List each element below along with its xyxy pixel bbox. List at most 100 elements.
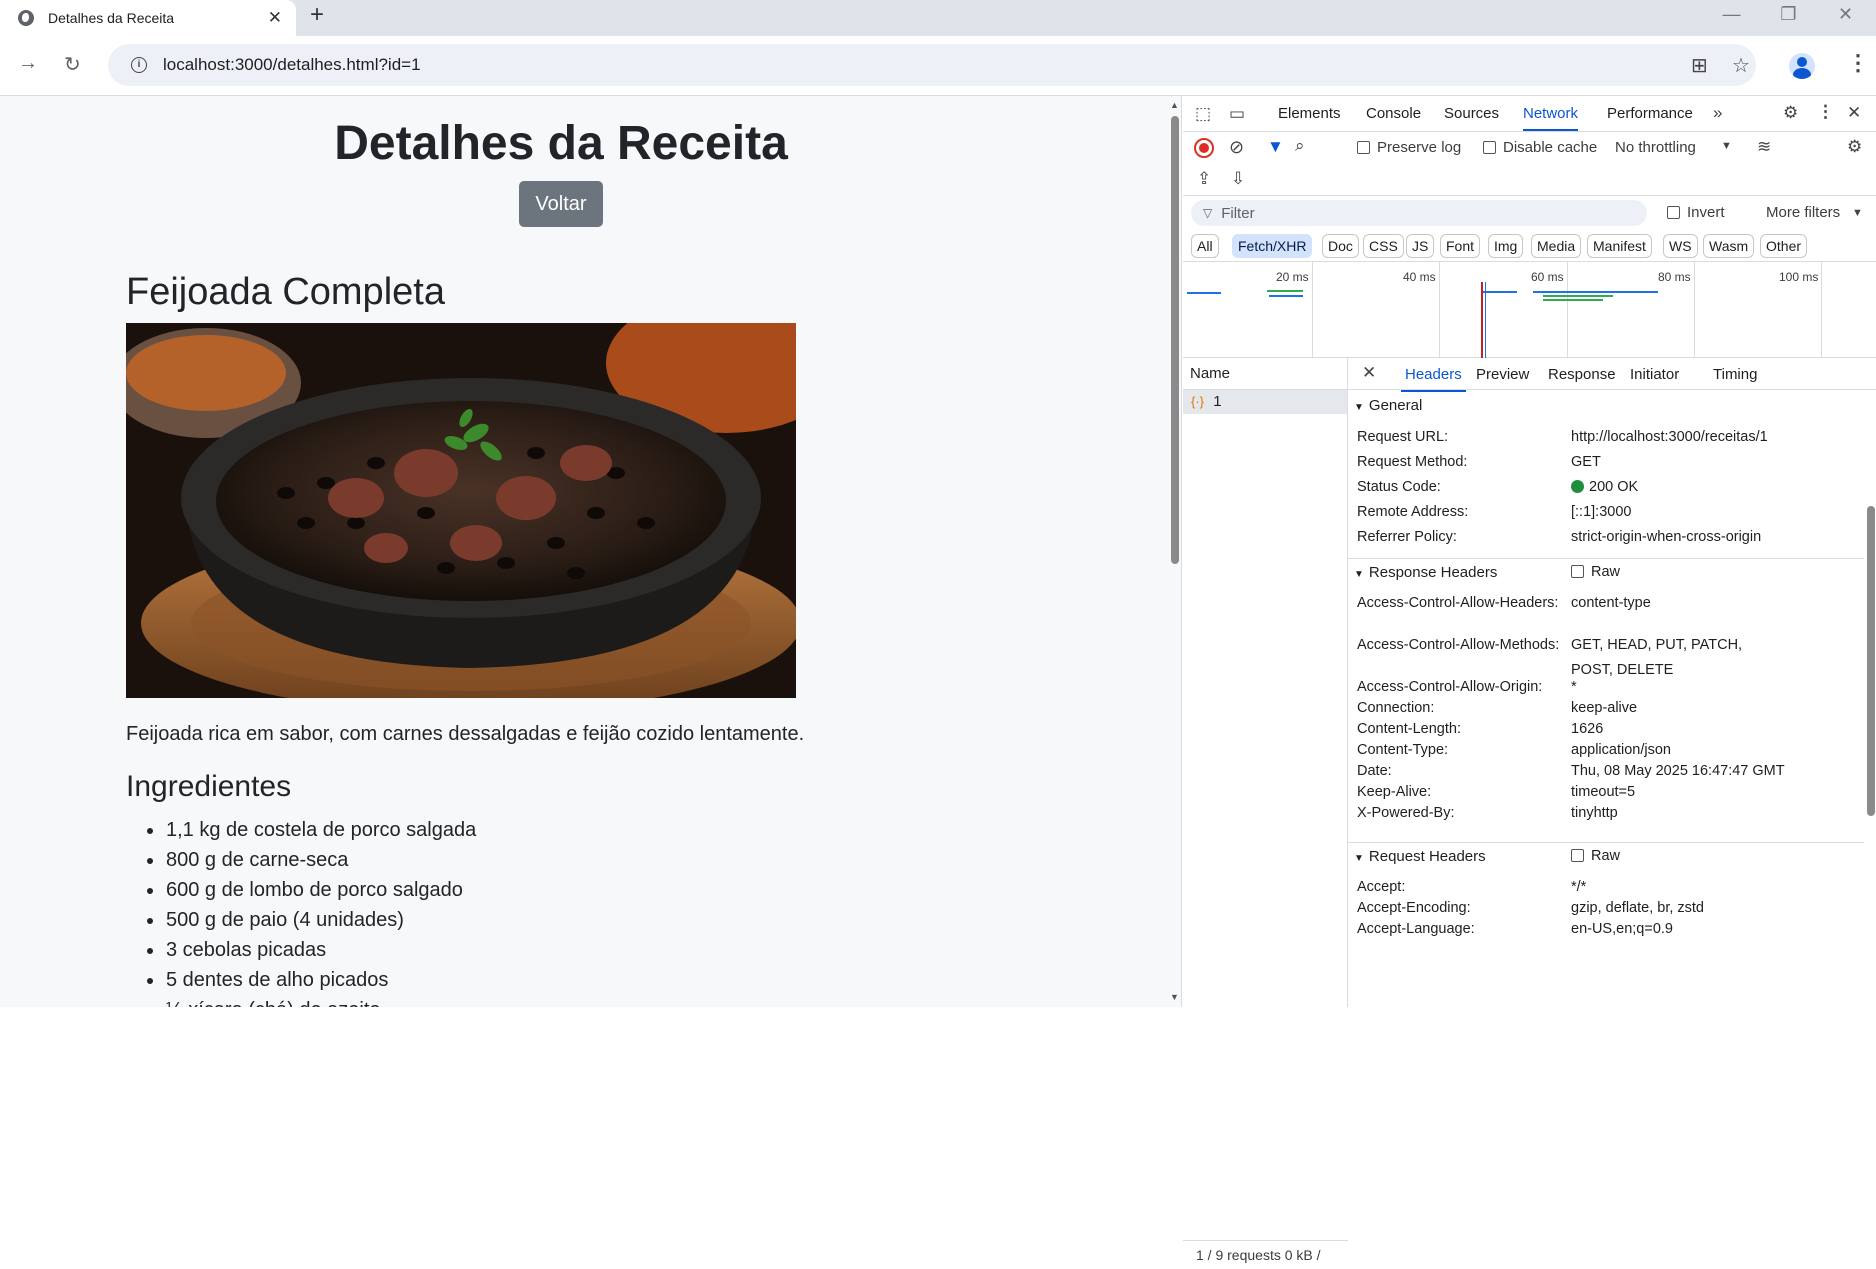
back-button[interactable]: Voltar bbox=[519, 181, 603, 227]
record-icon[interactable] bbox=[1194, 138, 1214, 158]
raw-toggle[interactable]: Raw bbox=[1571, 844, 1620, 869]
header-value: tinyhttp bbox=[1571, 805, 1618, 821]
inspect-element-icon[interactable]: ⬚ bbox=[1195, 104, 1211, 124]
scroll-thumb[interactable] bbox=[1867, 506, 1875, 816]
network-timeline[interactable]: 20 ms 40 ms 60 ms 80 ms 100 ms bbox=[1183, 262, 1876, 358]
tab-elements[interactable]: Elements bbox=[1278, 105, 1341, 122]
checkbox-icon[interactable] bbox=[1357, 141, 1370, 154]
status-bar: 1 / 9 requests 0 kB / bbox=[1183, 1240, 1348, 1269]
status-text: 200 OK bbox=[1589, 479, 1639, 495]
request-name: 1 bbox=[1213, 393, 1222, 410]
chip-doc[interactable]: Doc bbox=[1322, 234, 1359, 258]
more-filters-dropdown[interactable]: More filters bbox=[1766, 204, 1840, 221]
forward-icon[interactable]: → bbox=[18, 52, 38, 75]
window-controls: — ❐ ✕ bbox=[1703, 0, 1874, 28]
section-title: General bbox=[1368, 397, 1423, 414]
general-section-header[interactable]: ▼ General bbox=[1348, 392, 1864, 420]
remote-address-value: [::1]:3000 bbox=[1571, 504, 1632, 520]
chip-wasm[interactable]: Wasm bbox=[1703, 234, 1755, 258]
checkbox-icon[interactable] bbox=[1483, 141, 1496, 154]
close-details-icon[interactable]: ✕ bbox=[1362, 363, 1376, 383]
timeline-bar bbox=[1533, 291, 1658, 293]
details-scrollbar[interactable] bbox=[1866, 494, 1876, 1007]
chip-css[interactable]: CSS bbox=[1363, 234, 1404, 258]
tab-initiator[interactable]: Initiator bbox=[1630, 366, 1679, 383]
import-har-icon[interactable]: ⇪ bbox=[1197, 169, 1211, 189]
tab-preview[interactable]: Preview bbox=[1476, 366, 1529, 383]
network-toolbar: ⊘ ▼ ⌕ Preserve log Disable cache No thro… bbox=[1183, 132, 1876, 164]
chevron-down-icon[interactable]: ▼ bbox=[1852, 207, 1863, 219]
web-page: Detalhes da Receita Voltar Feijoada Comp… bbox=[0, 96, 1168, 1007]
page-title: Detalhes da Receita bbox=[334, 117, 788, 170]
import-export-toolbar: ⇪ ⇩ bbox=[1183, 164, 1876, 196]
tab-network[interactable]: Network bbox=[1523, 105, 1579, 131]
invert-checkbox[interactable]: Invert bbox=[1667, 204, 1725, 221]
tab-close-icon[interactable]: ✕ bbox=[268, 8, 282, 28]
url-text[interactable]: localhost:3000/detalhes.html?id=1 bbox=[163, 55, 421, 75]
tab-console[interactable]: Console bbox=[1366, 105, 1421, 122]
translate-icon[interactable]: ⊞ bbox=[1691, 53, 1708, 78]
tab-headers[interactable]: Headers bbox=[1401, 366, 1466, 392]
address-bar[interactable]: i localhost:3000/detalhes.html?id=1 bbox=[108, 44, 1756, 86]
more-tabs-icon[interactable]: » bbox=[1713, 103, 1722, 123]
disable-cache-checkbox[interactable]: Disable cache bbox=[1483, 139, 1597, 156]
network-conditions-icon[interactable]: ≋ bbox=[1757, 137, 1771, 157]
chevron-down-icon[interactable]: ▼ bbox=[1721, 140, 1732, 152]
minimize-button[interactable]: — bbox=[1703, 4, 1760, 25]
name-column-header[interactable]: Name bbox=[1183, 358, 1347, 390]
export-har-icon[interactable]: ⇩ bbox=[1231, 169, 1245, 189]
list-item: 600 g de lombo de porco salgado bbox=[146, 875, 476, 905]
search-icon[interactable]: ⌕ bbox=[1295, 136, 1305, 156]
site-info-icon[interactable]: i bbox=[131, 57, 147, 73]
close-devtools-icon[interactable]: ✕ bbox=[1847, 103, 1861, 123]
disable-cache-label: Disable cache bbox=[1503, 139, 1598, 156]
new-tab-button[interactable]: + bbox=[310, 1, 324, 29]
chip-all[interactable]: All bbox=[1191, 234, 1219, 258]
filter-funnel-icon[interactable]: ▼ bbox=[1267, 137, 1284, 157]
checkbox-icon[interactable] bbox=[1667, 206, 1680, 219]
devtools-panel: ⬚ ▭ Elements Console Sources Network Per… bbox=[1183, 96, 1876, 1263]
checkbox-icon[interactable] bbox=[1571, 565, 1584, 578]
list-item: 5 dentes de alho picados bbox=[146, 965, 476, 995]
preserve-log-checkbox[interactable]: Preserve log bbox=[1357, 139, 1461, 156]
raw-toggle[interactable]: Raw bbox=[1571, 560, 1620, 585]
chip-font[interactable]: Font bbox=[1440, 234, 1481, 258]
scroll-down-icon[interactable]: ▼ bbox=[1170, 992, 1179, 1002]
device-toolbar-icon[interactable]: ▭ bbox=[1229, 104, 1245, 124]
request-row[interactable]: {·} 1 bbox=[1183, 390, 1347, 414]
tab-performance[interactable]: Performance bbox=[1607, 105, 1693, 122]
tab-timing[interactable]: Timing bbox=[1713, 366, 1757, 383]
timeline-label: 40 ms bbox=[1403, 270, 1436, 284]
chip-img[interactable]: Img bbox=[1488, 234, 1524, 258]
chip-js[interactable]: JS bbox=[1406, 234, 1435, 258]
bookmark-star-icon[interactable]: ☆ bbox=[1732, 53, 1750, 78]
close-window-button[interactable]: ✕ bbox=[1817, 4, 1874, 25]
browser-tab[interactable]: Detalhes da Receita ✕ bbox=[0, 0, 296, 36]
clear-icon[interactable]: ⊘ bbox=[1229, 137, 1244, 158]
filter-icon: ▽ bbox=[1203, 206, 1213, 220]
devtools-menu-icon[interactable]: ⋮ bbox=[1817, 102, 1834, 122]
network-settings-icon[interactable]: ⚙ bbox=[1847, 137, 1862, 157]
recipe-description: Feijoada rica em sabor, com carnes dessa… bbox=[126, 723, 805, 745]
chip-media[interactable]: Media bbox=[1531, 234, 1582, 258]
browser-menu-icon[interactable]: ⋮ bbox=[1847, 50, 1869, 76]
section-title: Response Headers bbox=[1368, 564, 1498, 581]
chip-manifest[interactable]: Manifest bbox=[1587, 234, 1652, 258]
checkbox-icon[interactable] bbox=[1571, 849, 1584, 862]
tab-response[interactable]: Response bbox=[1548, 366, 1616, 383]
page-scrollbar[interactable]: ▲ ▼ bbox=[1168, 96, 1182, 1007]
settings-gear-icon[interactable]: ⚙ bbox=[1783, 103, 1798, 123]
timeline-gridline bbox=[1439, 262, 1440, 358]
chip-other[interactable]: Other bbox=[1760, 234, 1808, 258]
scroll-thumb[interactable] bbox=[1171, 116, 1179, 564]
scroll-up-icon[interactable]: ▲ bbox=[1170, 100, 1179, 110]
profile-avatar[interactable] bbox=[1789, 53, 1815, 79]
chip-ws[interactable]: WS bbox=[1663, 234, 1698, 258]
throttling-select[interactable]: No throttling bbox=[1615, 139, 1696, 156]
chip-fetch-xhr[interactable]: Fetch/XHR bbox=[1232, 234, 1313, 258]
reload-icon[interactable]: ↻ bbox=[64, 52, 81, 77]
load-marker bbox=[1481, 282, 1483, 358]
filter-input[interactable]: ▽ Filter bbox=[1191, 200, 1647, 226]
tab-sources[interactable]: Sources bbox=[1444, 105, 1499, 122]
restore-button[interactable]: ❐ bbox=[1760, 4, 1817, 25]
